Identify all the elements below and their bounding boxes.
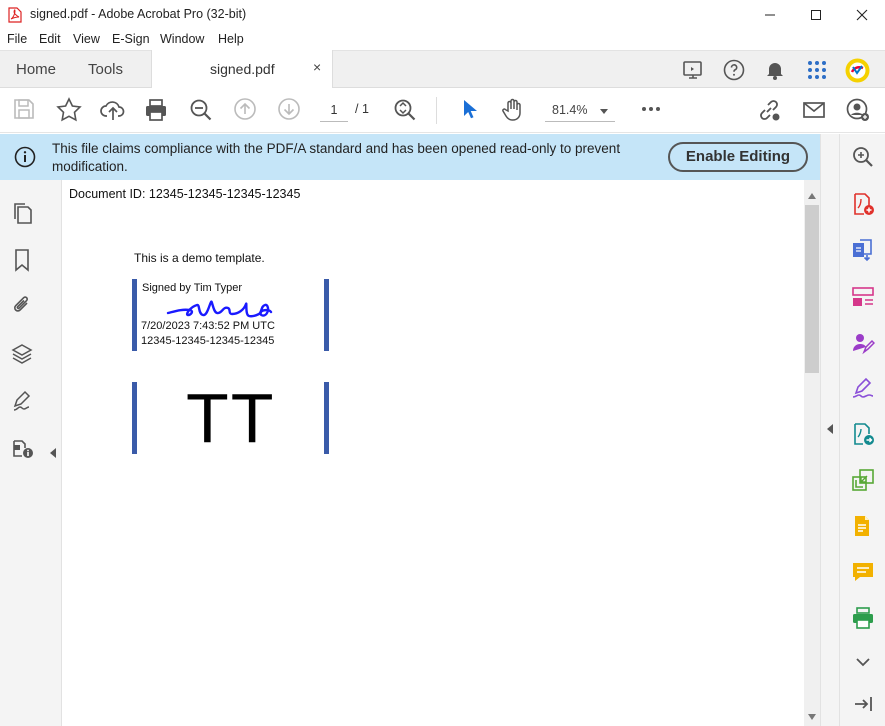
left-panel-toggle[interactable]	[44, 180, 62, 726]
zoom-value: 81.4%	[552, 103, 588, 117]
demo-template-text: This is a demo template.	[134, 251, 265, 265]
signature-date-text: 7/20/2023 7:43:52 PM UTC	[141, 320, 275, 332]
tabs-bar: Home Tools signed.pdf ×	[0, 50, 885, 89]
cloud-upload-icon[interactable]	[100, 97, 126, 123]
share-screen-icon[interactable]	[681, 58, 705, 82]
info-icon	[14, 146, 36, 168]
search-zoom-icon[interactable]	[851, 145, 875, 169]
apps-grid-icon[interactable]	[805, 58, 829, 82]
menu-view[interactable]: View	[73, 32, 100, 46]
signed-by-text: Signed by Tim Typer	[142, 282, 243, 294]
right-panel-toggle[interactable]	[820, 134, 839, 726]
add-user-icon[interactable]	[845, 97, 871, 123]
menu-window[interactable]: Window	[160, 32, 204, 46]
share-link-icon[interactable]	[756, 97, 782, 123]
save-icon[interactable]	[12, 97, 36, 121]
right-tools-panel	[839, 134, 885, 726]
notifications-bell-icon[interactable]	[763, 58, 787, 82]
layers-icon[interactable]	[11, 342, 33, 366]
menu-edit[interactable]: Edit	[39, 32, 61, 46]
page-number-input[interactable]: 1	[320, 100, 348, 122]
menu-bar: File Edit View E-Sign Window Help	[0, 30, 885, 50]
initials-field-left-border	[132, 382, 137, 454]
previous-page-icon[interactable]	[233, 97, 257, 121]
tab-close-button[interactable]: ×	[313, 59, 321, 75]
star-icon[interactable]	[56, 97, 82, 123]
comment-icon[interactable]	[851, 560, 875, 584]
signature-field-right-border	[324, 279, 329, 351]
signature-id-text: 12345-12345-12345-12345	[141, 335, 275, 347]
window-title: signed.pdf - Adobe Acrobat Pro (32-bit)	[30, 7, 247, 21]
enable-editing-button[interactable]: Enable Editing	[668, 142, 808, 172]
menu-esign[interactable]: E-Sign	[112, 32, 150, 46]
fit-page-icon[interactable]	[392, 97, 418, 123]
scan-ocr-icon[interactable]	[851, 606, 875, 630]
zoom-out-icon[interactable]	[188, 97, 214, 123]
more-tools-chevron-icon[interactable]	[851, 650, 875, 674]
left-navigation-rail	[0, 180, 44, 726]
print-icon[interactable]	[143, 97, 169, 123]
acrobat-pdf-icon	[8, 7, 22, 23]
select-cursor-icon[interactable]	[458, 97, 482, 121]
toolbar: 1 / 1 81.4%	[0, 88, 885, 133]
document-id-text: Document ID: 12345-12345-12345-12345	[69, 187, 301, 201]
chevron-left-icon	[50, 448, 56, 458]
page-total: / 1	[355, 102, 369, 116]
bookmark-icon[interactable]	[11, 248, 33, 272]
more-tools-icon[interactable]	[639, 97, 663, 121]
avatar[interactable]	[845, 58, 870, 83]
edit-pdf-icon[interactable]	[851, 514, 875, 538]
organize-pages-icon[interactable]	[851, 285, 875, 309]
toolbar-separator	[436, 97, 437, 124]
signature-field-left-border	[132, 279, 137, 351]
collapse-panel-icon[interactable]	[851, 692, 875, 716]
vertical-scrollbar[interactable]	[804, 180, 820, 726]
combine-files-icon[interactable]	[851, 238, 875, 262]
close-icon	[856, 9, 868, 21]
pages-thumbnail-icon[interactable]	[11, 201, 33, 225]
initials-field-right-border	[324, 382, 329, 454]
scroll-up-icon	[808, 193, 816, 199]
banner-message: This file claims compliance with the PDF…	[52, 141, 621, 174]
next-page-icon[interactable]	[277, 97, 301, 121]
menu-help[interactable]: Help	[218, 32, 244, 46]
scrollbar-thumb[interactable]	[805, 205, 819, 373]
chevron-left-icon	[827, 424, 833, 434]
maximize-icon	[811, 10, 821, 20]
hand-tool-icon[interactable]	[500, 97, 526, 123]
export-pdf-icon[interactable]	[851, 422, 875, 446]
document-page: Document ID: 12345-12345-12345-12345 Thi…	[62, 180, 804, 726]
request-esignatures-icon[interactable]	[851, 331, 875, 355]
tab-document-label: signed.pdf	[210, 61, 275, 77]
fill-and-sign-icon[interactable]	[851, 376, 875, 400]
chevron-down-icon	[600, 109, 608, 114]
email-icon[interactable]	[801, 97, 827, 123]
title-bar: signed.pdf - Adobe Acrobat Pro (32-bit)	[0, 0, 885, 30]
maximize-button[interactable]	[793, 0, 839, 30]
zoom-dropdown[interactable]: 81.4%	[545, 100, 615, 122]
tab-home[interactable]: Home	[16, 61, 56, 78]
read-only-banner: This file claims compliance with the PDF…	[0, 134, 820, 180]
initials-text: TT	[186, 379, 276, 457]
tab-document[interactable]: signed.pdf ×	[151, 50, 333, 89]
tab-tools[interactable]: Tools	[88, 61, 123, 78]
signature-pen-icon[interactable]	[11, 389, 35, 413]
help-icon[interactable]	[722, 58, 746, 82]
attachment-icon[interactable]	[11, 293, 33, 317]
minimize-icon	[765, 14, 775, 16]
scroll-down-icon	[808, 714, 816, 720]
menu-file[interactable]: File	[7, 32, 27, 46]
document-properties-icon[interactable]	[11, 436, 35, 460]
create-pdf-icon[interactable]	[851, 192, 875, 216]
minimize-button[interactable]	[747, 0, 793, 30]
compress-pdf-icon[interactable]	[851, 468, 875, 492]
close-window-button[interactable]	[839, 0, 885, 30]
